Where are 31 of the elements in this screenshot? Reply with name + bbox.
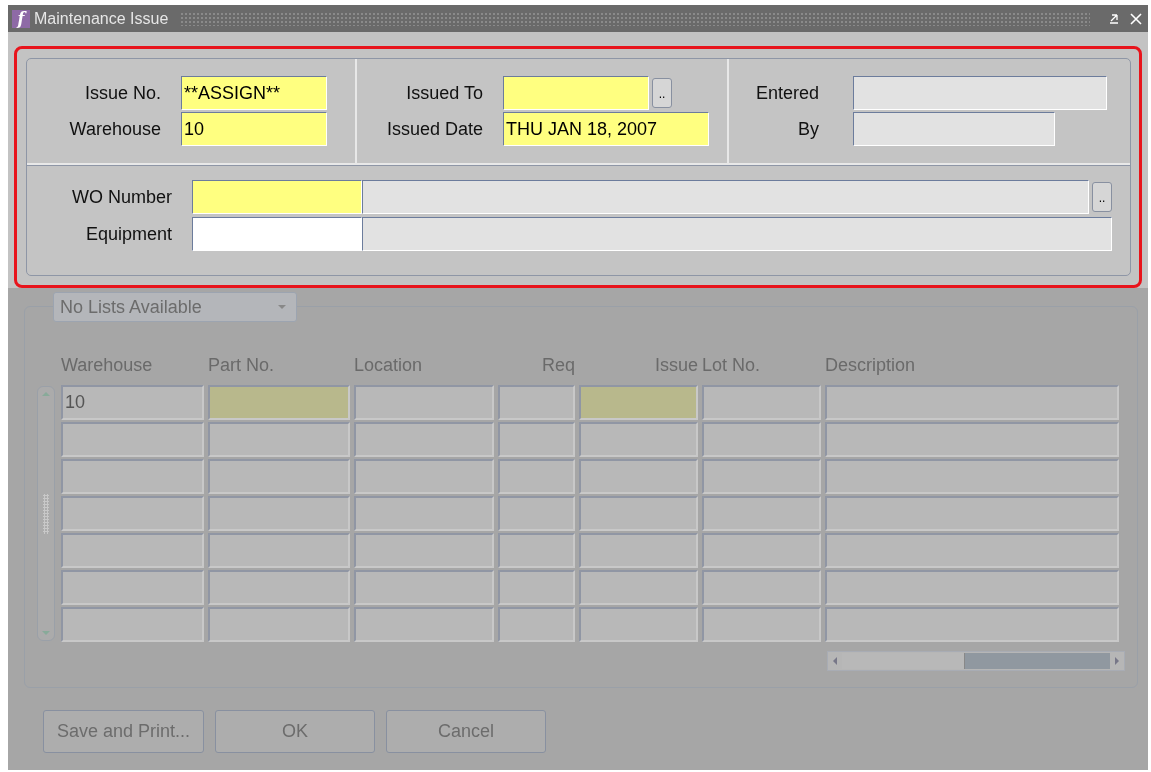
field-label: Issue No. — [83, 82, 162, 104]
column-header: Part No. — [207, 355, 276, 376]
lookup-button[interactable]: .. — [652, 78, 672, 108]
window-title: Maintenance Issue — [34, 9, 169, 28]
input-field[interactable]: **ASSIGN** — [181, 76, 327, 110]
description-field[interactable] — [362, 180, 1089, 214]
column-header: Issue — [653, 355, 699, 376]
field-label: By — [797, 118, 820, 140]
field-label: Equipment — [84, 223, 173, 245]
description-field[interactable] — [362, 217, 1112, 251]
input-field[interactable] — [853, 112, 1055, 146]
input-field[interactable]: 10 — [181, 112, 327, 146]
lookup-button[interactable]: .. — [1092, 182, 1112, 212]
minimize-icon[interactable] — [1108, 12, 1120, 25]
input-field[interactable] — [503, 76, 649, 110]
close-icon[interactable] — [1130, 12, 1142, 25]
input-field[interactable] — [192, 180, 362, 214]
field-label: Warehouse — [68, 118, 162, 140]
column-header: Description — [824, 355, 917, 376]
column-header: Req — [540, 355, 576, 376]
input-field[interactable] — [192, 217, 362, 251]
column-header: Lot No. — [701, 355, 762, 376]
field-label: Issued Date — [385, 118, 484, 140]
input-field[interactable]: THU JAN 18, 2007 — [503, 112, 709, 146]
column-header: Warehouse — [60, 355, 154, 376]
column-header: Location — [353, 355, 424, 376]
field-label: Entered — [754, 82, 820, 104]
field-label: WO Number — [71, 186, 173, 208]
field-label: Issued To — [405, 82, 484, 104]
app-icon: f — [12, 9, 30, 28]
input-field[interactable] — [853, 76, 1107, 110]
